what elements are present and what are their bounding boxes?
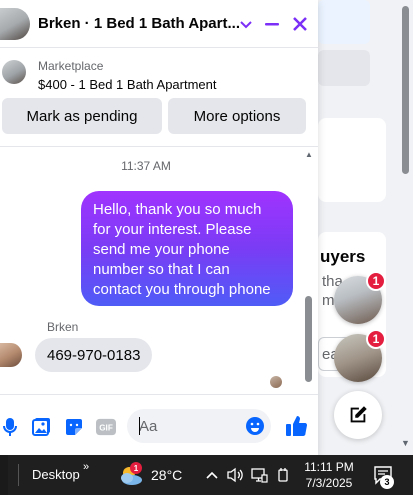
sticker-icon[interactable]: [64, 417, 84, 437]
like-icon[interactable]: [285, 414, 309, 438]
listing-title: $400 - 1 Bed 1 Bath Apartment: [38, 77, 217, 92]
system-clock[interactable]: 11:11 PM 7/3/2025: [304, 459, 354, 491]
taskbar-separator: [18, 464, 19, 486]
gif-icon[interactable]: GIF: [96, 417, 116, 437]
chat-header: Brken · 1 Bed 1 Bath Apart...: [0, 0, 318, 48]
unread-badge: 1: [366, 271, 386, 291]
page-scrollbar[interactable]: ▼: [398, 0, 413, 455]
chat-scrollbar-thumb[interactable]: [305, 296, 312, 382]
seen-receipt-avatar: [270, 376, 282, 388]
listing-summary[interactable]: Marketplace $400 - 1 Bed 1 Bath Apartmen…: [0, 54, 318, 96]
background-heading: uyers: [320, 247, 366, 266]
chat-title[interactable]: Brken · 1 Bed 1 Bath Apart...: [38, 15, 240, 32]
background-card: [318, 50, 370, 86]
close-icon[interactable]: [288, 12, 312, 36]
message-timestamp: 11:37 AM: [121, 159, 171, 173]
taskbar-edge: [0, 455, 8, 495]
chat-scrollbar[interactable]: ▲: [303, 150, 315, 390]
scroll-down-arrow-icon[interactable]: ▼: [401, 438, 410, 448]
sender-avatar[interactable]: [0, 343, 22, 367]
page-scrollbar-thumb[interactable]: [402, 6, 409, 174]
clock-time: 11:11 PM: [304, 460, 354, 474]
unread-badge: 1: [366, 329, 386, 349]
more-options-button[interactable]: More options: [168, 98, 306, 134]
mark-as-pending-button[interactable]: Mark as pending: [2, 98, 162, 134]
photo-icon[interactable]: [32, 417, 52, 437]
listing-source: Marketplace: [38, 59, 104, 73]
temperature[interactable]: 28°C: [151, 467, 182, 483]
chevron-down-icon[interactable]: [234, 12, 258, 36]
incoming-message[interactable]: 469-970-0183: [35, 338, 153, 372]
chevron-up-icon[interactable]: [203, 466, 221, 484]
message-composer: GIF: [0, 394, 318, 455]
gif-label: GIF: [99, 424, 113, 433]
text-caret: [139, 417, 140, 435]
speaker-icon[interactable]: [226, 466, 244, 484]
microphone-icon[interactable]: [0, 417, 20, 437]
desktop-toolbar-label[interactable]: Desktop: [32, 467, 80, 482]
background-card: [318, 118, 386, 202]
new-message-button[interactable]: [334, 391, 382, 439]
minimize-icon[interactable]: [260, 12, 284, 36]
sender-name: Brken: [47, 320, 79, 334]
notification-count-badge: 3: [380, 475, 394, 489]
network-icon[interactable]: [250, 466, 268, 484]
compose-icon: [350, 406, 367, 423]
contact-avatar[interactable]: [0, 8, 30, 40]
clock-date: 7/3/2025: [305, 476, 353, 490]
scroll-up-arrow-icon[interactable]: ▲: [305, 150, 313, 159]
chat-window: Brken · 1 Bed 1 Bath Apart... Marketplac…: [0, 0, 318, 455]
taskbar: Desktop » 1 28°C 11:11 PM 7/3/2025 3: [0, 455, 413, 495]
outgoing-message[interactable]: Hello, thank you so much for your intere…: [81, 191, 293, 306]
battery-plug-icon[interactable]: [274, 466, 292, 484]
listing-thumbnail: [2, 60, 26, 84]
background-card: [318, 0, 370, 44]
weather-badge: 1: [130, 462, 142, 474]
emoji-icon[interactable]: [245, 416, 265, 436]
divider: [0, 146, 318, 147]
chevron-right-icon[interactable]: »: [83, 461, 89, 473]
